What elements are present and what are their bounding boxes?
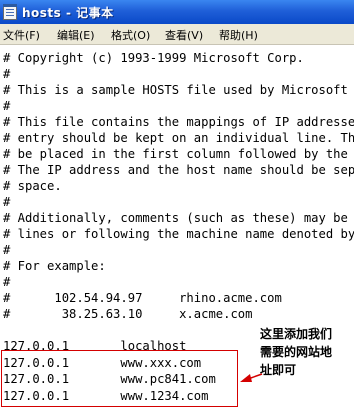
annotation-arrow-icon [240,373,263,382]
